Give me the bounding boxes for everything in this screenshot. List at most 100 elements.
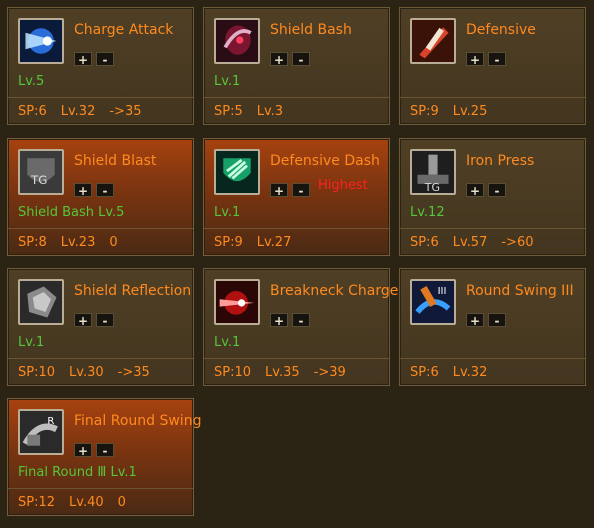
skill-name: Shield Blast bbox=[74, 153, 157, 169]
skill-next-level: ->35 bbox=[109, 104, 142, 119]
skill-requirement: Lv.1 bbox=[18, 335, 45, 350]
skill-level: Lv.27 bbox=[256, 235, 292, 250]
skill-card-iron-press[interactable]: TG Iron Press + - Lv.12 SP:6 Lv.57 ->60 bbox=[399, 138, 586, 256]
svg-text:R: R bbox=[47, 416, 54, 427]
plus-button[interactable]: + bbox=[270, 183, 288, 198]
skill-level: Lv.35 bbox=[265, 365, 300, 380]
skill-level: Lv.3 bbox=[256, 104, 284, 119]
skill-card-round-swing[interactable]: III Round Swing III + - SP:6 Lv.32 bbox=[399, 268, 586, 386]
skill-name: Defensive Dash bbox=[270, 153, 380, 169]
skill-card-defensive-dash[interactable]: Defensive Dash + - Highest Lv.1 SP:9 Lv.27 bbox=[203, 138, 390, 256]
final-round-swing-icon: R bbox=[18, 409, 64, 455]
skill-name: Shield Bash bbox=[270, 22, 352, 38]
skill-requirement: Lv.1 bbox=[214, 205, 241, 220]
plus-button[interactable]: + bbox=[74, 313, 92, 328]
skill-stats: SP:6 Lv.32 bbox=[410, 365, 515, 380]
breakneck-charge-icon bbox=[214, 279, 260, 325]
skill-name: Breakneck Charge bbox=[270, 283, 399, 299]
plus-button[interactable]: + bbox=[466, 313, 484, 328]
svg-text:III: III bbox=[438, 286, 447, 297]
skill-stats: SP:12 Lv.40 0 bbox=[18, 495, 140, 510]
skill-sp: SP:10 bbox=[18, 365, 56, 380]
skill-name: Round Swing III bbox=[466, 283, 574, 299]
round-swing-icon: III bbox=[410, 279, 456, 325]
plus-button[interactable]: + bbox=[466, 183, 484, 198]
plus-button[interactable]: + bbox=[270, 313, 288, 328]
skill-card-shield-blast[interactable]: TG Shield Blast + - Shield Bash Lv.5 SP:8… bbox=[7, 138, 194, 256]
divider bbox=[204, 97, 389, 98]
divider bbox=[204, 358, 389, 359]
minus-button[interactable]: - bbox=[292, 183, 310, 198]
skill-requirement: Lv.1 bbox=[214, 74, 241, 89]
skill-level: Lv.23 bbox=[60, 235, 96, 250]
divider bbox=[400, 228, 585, 229]
minus-button[interactable]: - bbox=[488, 183, 506, 198]
skill-sp: SP:10 bbox=[214, 365, 252, 380]
skill-requirement: Lv.5 bbox=[18, 74, 45, 89]
divider bbox=[8, 488, 193, 489]
skill-requirement: Shield Bash Lv.5 bbox=[18, 205, 125, 220]
skill-name: Shield Reflection bbox=[74, 283, 192, 299]
skill-stats: SP:6 Lv.57 ->60 bbox=[410, 235, 548, 250]
skill-requirement: Lv.12 bbox=[410, 205, 445, 220]
minus-button[interactable]: - bbox=[96, 52, 114, 67]
skill-level: Lv.25 bbox=[452, 104, 488, 119]
minus-button[interactable]: - bbox=[488, 313, 506, 328]
skill-name: Charge Attack bbox=[74, 22, 174, 38]
skill-card-charge-attack[interactable]: Charge Attack + - Lv.5 SP:6 Lv.32 ->35 bbox=[7, 7, 194, 125]
skill-sp: SP:8 bbox=[18, 235, 47, 250]
highest-badge: Highest bbox=[318, 178, 368, 193]
divider bbox=[400, 97, 585, 98]
skill-card-breakneck-charge[interactable]: Breakneck Charge + - Lv.1 SP:10 Lv.35 ->39 bbox=[203, 268, 398, 386]
skill-stats: SP:9 Lv.25 bbox=[410, 104, 515, 119]
skill-stats: SP:5 Lv.3 bbox=[214, 104, 311, 119]
skill-card-final-round-swing[interactable]: R Final Round Swing + - Final Round Ⅲ Lv.… bbox=[7, 398, 201, 516]
plus-button[interactable]: + bbox=[74, 183, 92, 198]
skill-sp: SP:6 bbox=[18, 104, 47, 119]
minus-button[interactable]: - bbox=[96, 313, 114, 328]
skill-card-shield-bash[interactable]: Shield Bash + - Lv.1 SP:5 Lv.3 bbox=[203, 7, 390, 125]
plus-button[interactable]: + bbox=[74, 52, 92, 67]
divider bbox=[8, 97, 193, 98]
skill-next-level: 0 bbox=[109, 235, 118, 250]
skill-sp: SP:6 bbox=[410, 235, 439, 250]
skill-card-defensive[interactable]: Defensive + - SP:9 Lv.25 bbox=[399, 7, 586, 125]
shield-bash-icon bbox=[214, 18, 260, 64]
skill-name: Defensive bbox=[466, 22, 536, 38]
skill-next-level: ->35 bbox=[117, 365, 150, 380]
shield-blast-icon: TG bbox=[18, 149, 64, 195]
skill-sp: SP:12 bbox=[18, 495, 56, 510]
skill-next-level: ->60 bbox=[501, 235, 534, 250]
skill-stats: SP:10 Lv.30 ->35 bbox=[18, 365, 164, 380]
svg-text:TG: TG bbox=[30, 173, 47, 187]
minus-button[interactable]: - bbox=[292, 52, 310, 67]
skill-sp: SP:9 bbox=[410, 104, 439, 119]
divider bbox=[204, 228, 389, 229]
minus-button[interactable]: - bbox=[292, 313, 310, 328]
skill-card-shield-reflection[interactable]: Shield Reflection + - Lv.1 SP:10 Lv.30 ->35 bbox=[7, 268, 194, 386]
divider bbox=[400, 358, 585, 359]
skill-stats: SP:9 Lv.27 bbox=[214, 235, 319, 250]
shield-reflection-icon bbox=[18, 279, 64, 325]
skill-sp: SP:6 bbox=[410, 365, 439, 380]
divider bbox=[8, 228, 193, 229]
skill-name: Final Round Swing bbox=[74, 413, 202, 429]
minus-button[interactable]: - bbox=[488, 52, 506, 67]
skill-requirement: Lv.1 bbox=[214, 335, 241, 350]
skill-next-level: 0 bbox=[117, 495, 126, 510]
skill-sp: SP:9 bbox=[214, 235, 243, 250]
skill-level: Lv.30 bbox=[69, 365, 104, 380]
minus-button[interactable]: - bbox=[96, 443, 114, 458]
charge-attack-icon bbox=[18, 18, 64, 64]
skill-level: Lv.57 bbox=[452, 235, 488, 250]
minus-button[interactable]: - bbox=[96, 183, 114, 198]
skill-stats: SP:10 Lv.35 ->39 bbox=[214, 365, 360, 380]
plus-button[interactable]: + bbox=[270, 52, 288, 67]
defensive-icon bbox=[410, 18, 456, 64]
skill-name: Iron Press bbox=[466, 153, 535, 169]
plus-button[interactable]: + bbox=[466, 52, 484, 67]
skill-level: Lv.40 bbox=[69, 495, 104, 510]
plus-button[interactable]: + bbox=[74, 443, 92, 458]
skill-stats: SP:6 Lv.32 ->35 bbox=[18, 104, 156, 119]
divider bbox=[8, 358, 193, 359]
